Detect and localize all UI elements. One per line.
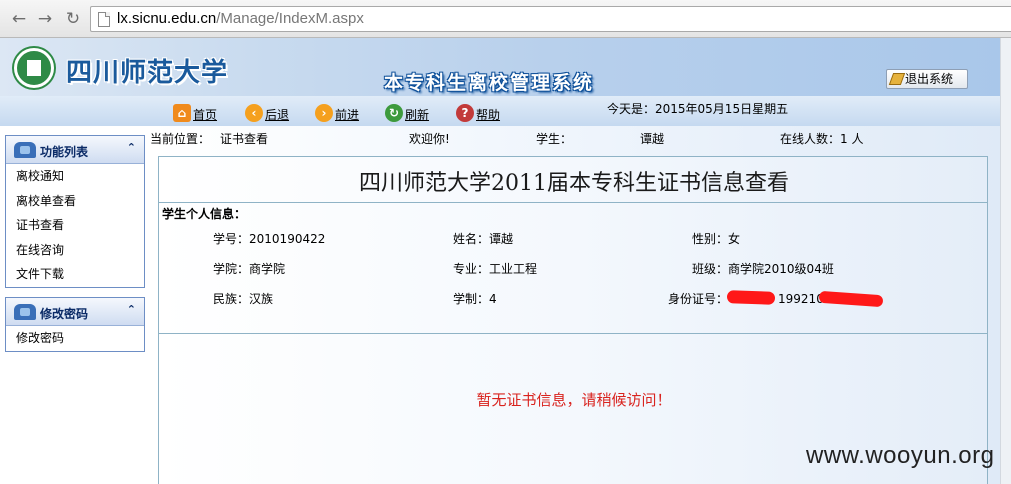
redaction-mark bbox=[726, 290, 776, 305]
site-header: 四川师范大学 本专科生离校管理系统 退出系统 bbox=[0, 38, 1000, 96]
pen-icon bbox=[888, 73, 906, 85]
home-label: 首页 bbox=[193, 108, 218, 122]
help-icon: ? bbox=[456, 104, 474, 122]
refresh-link[interactable]: ↻ 刷新 bbox=[385, 104, 429, 124]
field-duration: 学制：4 bbox=[453, 292, 497, 306]
scrollbar[interactable] bbox=[1000, 38, 1011, 484]
nav-toolbar: ⌂ 首页 ‹ 后退 › 前进 ↻ 刷新 ? 帮助 今天是：2015年05月15日… bbox=[0, 96, 1000, 126]
menu-icon bbox=[14, 142, 36, 158]
function-list-header[interactable]: 功能列表 ⌃ bbox=[6, 136, 144, 164]
divider bbox=[159, 333, 987, 334]
logout-button[interactable]: 退出系统 bbox=[886, 69, 968, 89]
logout-label: 退出系统 bbox=[905, 72, 954, 86]
back-icon: ‹ bbox=[245, 104, 263, 122]
back-label: 后退 bbox=[265, 108, 290, 122]
sidebar-item-leave-notice[interactable]: 离校通知 bbox=[6, 164, 144, 189]
system-title: 本专科生离校管理系统 bbox=[384, 72, 595, 94]
password-header[interactable]: 修改密码 ⌃ bbox=[6, 298, 144, 326]
help-link[interactable]: ? 帮助 bbox=[456, 104, 500, 124]
panel-title: 功能列表 bbox=[40, 145, 89, 159]
forward-label: 前进 bbox=[335, 108, 360, 122]
sidebar-item-download[interactable]: 文件下载 bbox=[6, 262, 144, 287]
welcome-text: 欢迎你! bbox=[409, 132, 450, 146]
help-label: 帮助 bbox=[476, 108, 501, 122]
browser-toolbar: ← → ↻ lx.sicnu.edu.cn/Manage/IndexM.aspx bbox=[0, 0, 1011, 38]
collapse-icon[interactable]: ⌃ bbox=[127, 141, 136, 154]
function-list-panel: 功能列表 ⌃ 离校通知 离校单查看 证书查看 在线咨询 文件下载 bbox=[5, 135, 145, 288]
reload-icon[interactable]: ↻ bbox=[62, 8, 84, 30]
divider bbox=[159, 202, 987, 203]
refresh-icon: ↻ bbox=[385, 104, 403, 122]
sidebar-item-leave-form[interactable]: 离校单查看 bbox=[6, 189, 144, 214]
refresh-label: 刷新 bbox=[405, 108, 430, 122]
school-name: 四川师范大学 bbox=[66, 58, 229, 88]
location-label: 当前位置： bbox=[150, 132, 211, 146]
sidebar: 功能列表 ⌃ 离校通知 离校单查看 证书查看 在线咨询 文件下载 修改密码 ⌃ … bbox=[0, 126, 150, 484]
main-content: 当前位置： 证书查看 欢迎你! 学生： 谭越 在线人数： 1 人 四川师范大学2… bbox=[150, 126, 1000, 484]
student-name: 谭越 bbox=[640, 132, 665, 146]
university-logo bbox=[14, 48, 54, 88]
sidebar-item-certificate[interactable]: 证书查看 bbox=[6, 213, 144, 238]
password-panel: 修改密码 ⌃ 修改密码 bbox=[5, 297, 145, 352]
panel-title: 修改密码 bbox=[40, 307, 89, 321]
certificate-panel: 四川师范大学2011届本专科生证书信息查看 学生个人信息： 学号：2010190… bbox=[158, 156, 988, 484]
today-date: 今天是：2015年05月15日星期五 bbox=[607, 102, 789, 116]
home-icon: ⌂ bbox=[173, 104, 191, 122]
sidebar-item-change-password[interactable]: 修改密码 bbox=[6, 326, 144, 351]
status-bar: 当前位置： 证书查看 欢迎你! 学生： 谭越 在线人数： 1 人 bbox=[150, 130, 1000, 148]
home-link[interactable]: ⌂ 首页 bbox=[173, 104, 217, 124]
forward-arrow-icon[interactable]: → bbox=[34, 8, 56, 30]
location-value: 证书查看 bbox=[220, 132, 269, 146]
menu-icon bbox=[14, 304, 36, 320]
online-label: 在线人数： bbox=[780, 132, 841, 146]
info-title: 学生个人信息： bbox=[162, 207, 247, 221]
field-college: 学院：商学院 bbox=[213, 262, 286, 276]
field-major: 专业：工业工程 bbox=[453, 262, 538, 276]
field-ethnicity: 民族：汉族 bbox=[213, 292, 274, 306]
url-text: lx.sicnu.edu.cn/Manage/IndexM.aspx bbox=[117, 10, 364, 27]
forward-icon: › bbox=[315, 104, 333, 122]
student-label: 学生： bbox=[536, 132, 573, 146]
page-title: 四川师范大学2011届本专科生证书信息查看 bbox=[359, 171, 789, 196]
forward-link[interactable]: › 前进 bbox=[315, 104, 359, 124]
watermark: www.wooyun.org bbox=[806, 442, 995, 469]
no-certificate-notice: 暂无证书信息，请稍候访问！ bbox=[476, 391, 672, 409]
field-name: 姓名：谭越 bbox=[453, 232, 514, 246]
field-student-id: 学号：2010190422 bbox=[213, 232, 326, 246]
collapse-icon[interactable]: ⌃ bbox=[127, 303, 136, 316]
sidebar-item-consult[interactable]: 在线咨询 bbox=[6, 238, 144, 263]
page-icon bbox=[98, 12, 110, 27]
online-count: 1 人 bbox=[840, 132, 864, 146]
field-class: 班级：商学院2010级04班 bbox=[692, 262, 834, 276]
back-link[interactable]: ‹ 后退 bbox=[245, 104, 289, 124]
address-bar[interactable]: lx.sicnu.edu.cn/Manage/IndexM.aspx bbox=[90, 6, 1011, 32]
field-gender: 性别：女 bbox=[692, 232, 741, 246]
back-arrow-icon[interactable]: ← bbox=[8, 8, 30, 30]
